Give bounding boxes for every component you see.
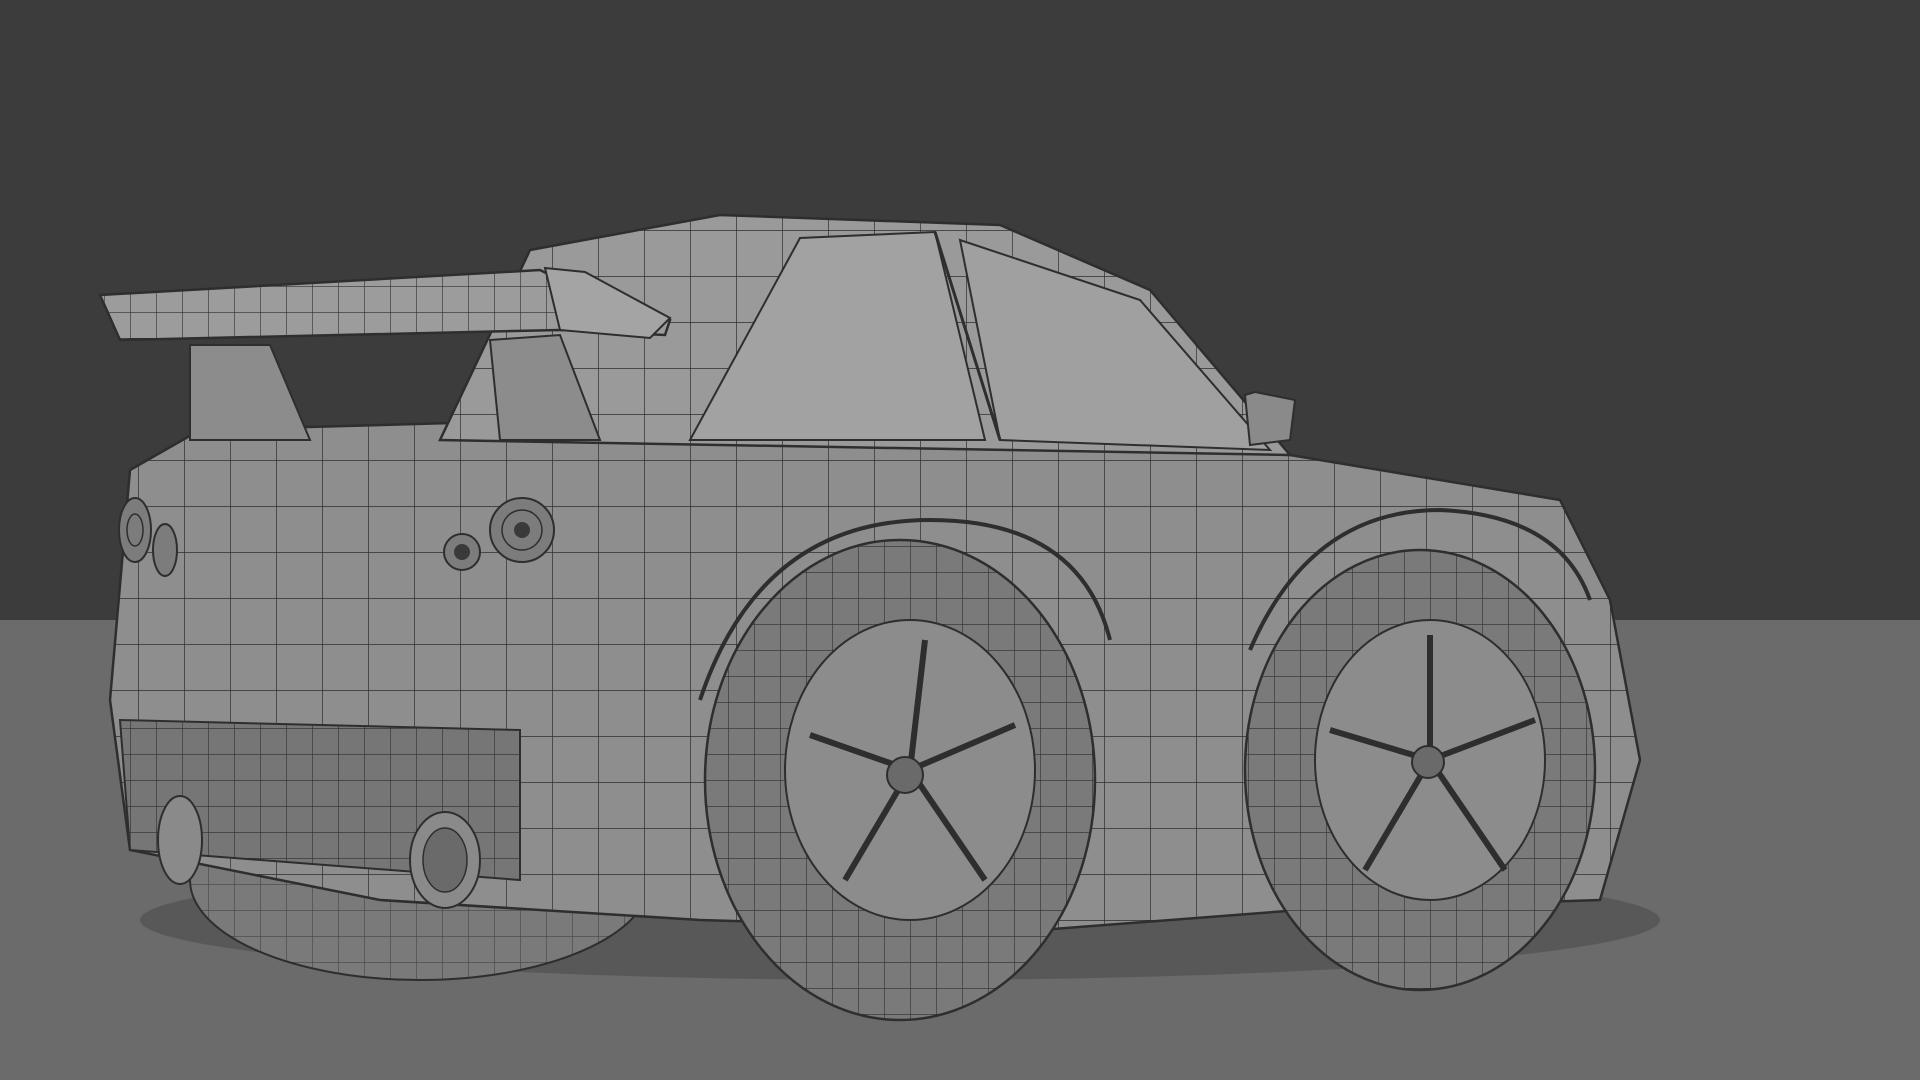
wheel-hub-front <box>1411 745 1445 779</box>
front-right-wheel[interactable] <box>1243 548 1597 992</box>
rear-right-wheel[interactable] <box>703 538 1097 1022</box>
3d-viewport[interactable] <box>0 0 1920 1080</box>
scene-canvas <box>0 0 1920 1080</box>
side-mirror <box>1243 390 1297 447</box>
wheel-hub-rear <box>886 756 924 794</box>
